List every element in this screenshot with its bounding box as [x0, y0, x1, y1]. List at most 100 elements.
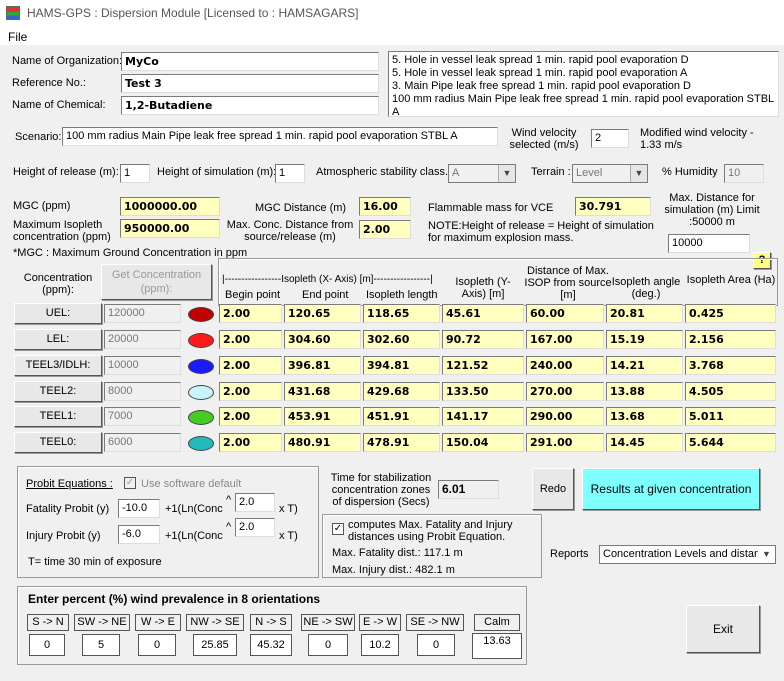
teel3-idlh-button[interactable]: TEEL3/IDLH:: [14, 355, 102, 376]
isopleth-angle-value: 13.68: [606, 407, 683, 426]
dir-nw-se-field[interactable]: 25.85: [193, 634, 237, 656]
isopleth-area-value: 4.505: [685, 382, 776, 401]
max-distance-field[interactable]: 10000: [668, 234, 750, 253]
end-point-value: 480.91: [284, 433, 361, 452]
terrain-select[interactable]: Level ▼: [572, 164, 648, 183]
scenario-list-item[interactable]: 100 mm radius Main Pipe leak free spread…: [392, 93, 775, 116]
note-text: NOTE:Height of release = Height of simul…: [428, 220, 654, 244]
calm-field[interactable]: 13.63: [472, 633, 522, 659]
dir-ne-sw-field[interactable]: 0: [308, 634, 348, 656]
use-default-checkbox[interactable]: ✓: [124, 477, 136, 489]
teel2-button[interactable]: TEEL2:: [14, 381, 102, 402]
xt-text: x T): [279, 503, 298, 515]
mgc-distance-label: MGC Distance (m): [255, 202, 347, 214]
compute-checkbox[interactable]: ✓: [332, 523, 344, 535]
teel0-button[interactable]: TEEL0:: [14, 432, 102, 453]
chemical-field[interactable]: 1,2-Butadiene: [121, 96, 379, 115]
wind-prevalence-title: Enter percent (%) wind prevalence in 8 o…: [28, 592, 321, 606]
calm-button[interactable]: Calm: [474, 614, 520, 631]
begin-point-value: 2.00: [219, 407, 282, 426]
dir-se-nw-field[interactable]: 0: [417, 634, 455, 656]
scenario-list-item[interactable]: 5. Hole in vessel leak spread 1 min. rap…: [392, 54, 775, 67]
isopleth-length-value: 118.65: [363, 304, 440, 323]
dir-w-e-button[interactable]: W -> E: [135, 614, 181, 631]
end-point-value: 304.60: [284, 330, 361, 349]
conc-field[interactable]: 8000: [104, 382, 181, 401]
conc-field[interactable]: 120000: [104, 304, 181, 323]
fatality-a-field[interactable]: -10.0: [118, 499, 160, 518]
uel-button[interactable]: UEL:: [14, 303, 102, 324]
reports-select[interactable]: Concentration Levels and distance ▼: [599, 545, 776, 564]
dir-s-n-field[interactable]: 0: [29, 634, 65, 656]
caret-text: ^: [226, 494, 232, 506]
dir-sw-ne-button[interactable]: SW -> NE: [74, 614, 130, 631]
menu-file[interactable]: File: [8, 30, 27, 44]
conc-field[interactable]: 10000: [104, 356, 181, 375]
begin-point-value: 2.00: [219, 356, 282, 375]
begin-point-header: Begin point: [225, 289, 281, 301]
teel1-button[interactable]: TEEL1:: [14, 406, 102, 427]
color-swatch[interactable]: [188, 359, 214, 374]
conc-field[interactable]: 20000: [104, 330, 181, 349]
dir-w-e-field[interactable]: 0: [138, 634, 176, 656]
scenario-field[interactable]: 100 mm radius Main Pipe leak free spread…: [62, 127, 498, 146]
exposure-note: T= time 30 min of exposure: [28, 556, 162, 568]
dir-s-n-button[interactable]: S -> N: [27, 614, 69, 631]
isopleth-length-value: 429.68: [363, 382, 440, 401]
height-simulation-field[interactable]: 1: [275, 164, 305, 183]
mgc-label: MGC (ppm): [13, 200, 71, 212]
dir-nw-se-button[interactable]: NW -> SE: [186, 614, 244, 631]
dir-se-nw-button[interactable]: SE -> NW: [406, 614, 464, 631]
max-fatality-text: Max. Fatality dist.: 117.1 m: [332, 547, 463, 559]
stability-select[interactable]: A ▼: [448, 164, 516, 183]
distance-max-value: 270.00: [526, 382, 604, 401]
isopleth-area-value: 5.644: [685, 433, 776, 452]
color-swatch[interactable]: [188, 333, 214, 348]
isopleth-y-value: 90.72: [442, 330, 524, 349]
chevron-down-icon[interactable]: ▼: [758, 546, 775, 563]
reference-field[interactable]: Test 3: [121, 74, 379, 93]
height-release-field[interactable]: 1: [120, 164, 150, 183]
fatality-b-field[interactable]: 2.0: [235, 493, 275, 512]
conc-field[interactable]: 7000: [104, 407, 181, 426]
height-release-label: Height of release (m):: [13, 166, 119, 178]
color-swatch[interactable]: [188, 436, 214, 451]
end-point-value: 396.81: [284, 356, 361, 375]
dir-sw-ne-field[interactable]: 5: [82, 634, 120, 656]
wind-velocity-field[interactable]: 2: [591, 129, 629, 148]
flammable-mass-label: Flammable mass for VCE: [428, 202, 554, 214]
app-icon: [6, 6, 20, 20]
stability-value: A: [452, 167, 460, 179]
lel-button[interactable]: LEL:: [14, 329, 102, 350]
isopleth-area-value: 2.156: [685, 330, 776, 349]
results-button[interactable]: Results at given concentration: [582, 468, 760, 510]
color-swatch[interactable]: [188, 385, 214, 400]
injury-a-field[interactable]: -6.0: [118, 525, 160, 544]
scenario-list[interactable]: 5. Hole in vessel leak spread 1 min. rap…: [388, 51, 779, 117]
max-injury-text: Max. Injury dist.: 482.1 m: [332, 564, 455, 576]
dir-e-w-button[interactable]: E -> W: [359, 614, 401, 631]
dir-n-s-field[interactable]: 45.32: [250, 634, 292, 656]
menu-bar: File: [0, 28, 784, 45]
conc-field[interactable]: 6000: [104, 433, 181, 452]
redo-button[interactable]: Redo: [532, 468, 574, 510]
distance-max-value: 291.00: [526, 433, 604, 452]
chevron-down-icon[interactable]: ▼: [630, 165, 647, 182]
exit-button[interactable]: Exit: [686, 605, 760, 653]
color-swatch[interactable]: [188, 410, 214, 425]
isopleth-y-value: 121.52: [442, 356, 524, 375]
chevron-down-icon[interactable]: ▼: [498, 165, 515, 182]
dir-n-s-button[interactable]: N -> S: [250, 614, 292, 631]
modified-wind-label: Modified wind velocity - 1.33 m/s: [640, 127, 754, 151]
color-swatch[interactable]: [188, 307, 214, 322]
injury-b-field[interactable]: 2.0: [235, 518, 275, 537]
dir-e-w-field[interactable]: 10.2: [361, 634, 399, 656]
dir-ne-sw-button[interactable]: NE -> SW: [301, 614, 355, 631]
scenario-list-item[interactable]: 5. Hole in vessel leak spread 1 min. rap…: [392, 67, 775, 80]
org-name-field[interactable]: MyCo: [121, 52, 379, 71]
humidity-field[interactable]: 10: [724, 164, 764, 183]
isopleth-angle-value: 13.88: [606, 382, 683, 401]
isopleth-y-value: 150.04: [442, 433, 524, 452]
scenario-list-item[interactable]: 3. Main Pipe leak free spread 1 min. rap…: [392, 80, 775, 93]
get-concentration-button[interactable]: Get Concentration (ppm):: [101, 264, 212, 300]
